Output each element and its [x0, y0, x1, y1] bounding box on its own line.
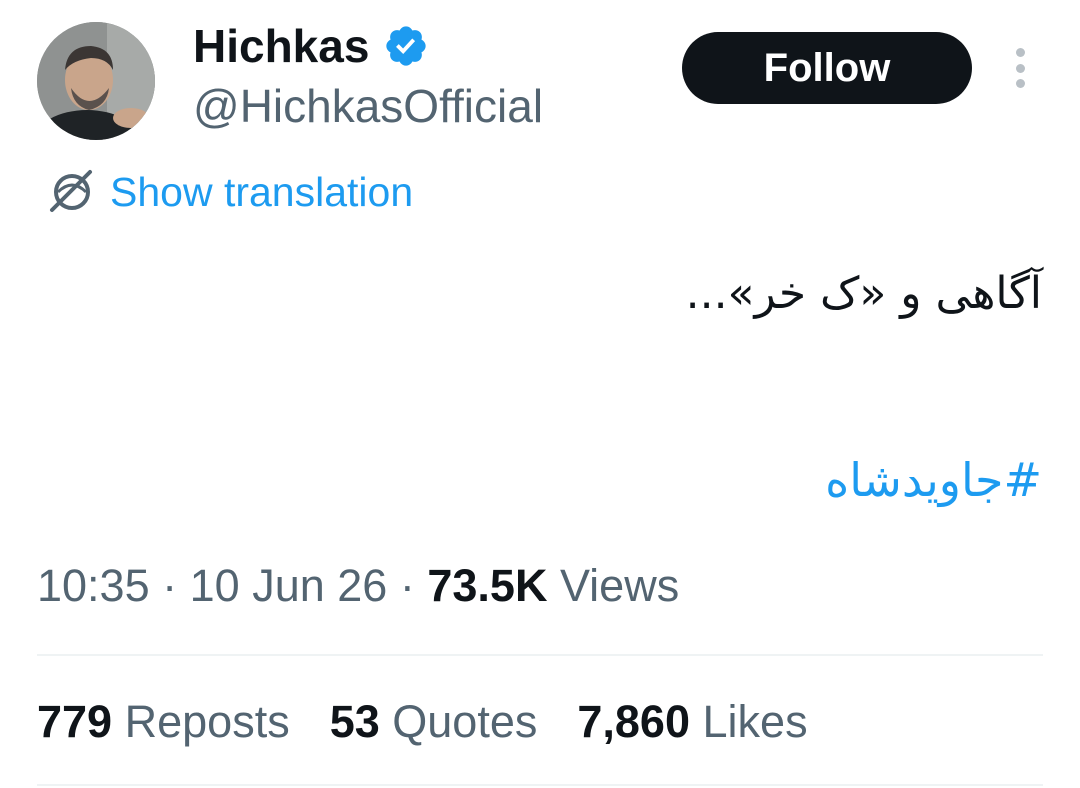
display-name-text[interactable]: Hichkas	[193, 18, 369, 74]
more-vertical-icon[interactable]	[1006, 48, 1034, 88]
avatar[interactable]	[37, 22, 155, 140]
more-dot	[1015, 48, 1025, 57]
quotes-count: 53	[329, 696, 380, 747]
avatar-photo	[37, 22, 155, 140]
reposts-stat[interactable]: 779 Reposts	[37, 692, 290, 752]
likes-count: 7,860	[577, 696, 690, 747]
verified-badge-icon	[386, 26, 427, 66]
meta-separator: ·	[162, 560, 178, 611]
follow-button[interactable]: Follow	[682, 32, 972, 104]
globe-translate-icon	[50, 170, 92, 212]
more-dot	[1015, 63, 1025, 73]
tweet-time[interactable]: 10:35	[37, 560, 150, 611]
likes-label: Likes	[702, 696, 808, 747]
quotes-label: Quotes	[392, 696, 538, 747]
tweet-text: آگاهی و «ک خر»...	[685, 268, 1042, 319]
more-dot	[1015, 79, 1025, 88]
divider	[37, 784, 1043, 786]
user-handle[interactable]: @HichkasOfficial	[193, 78, 543, 134]
meta-separator: ·	[399, 560, 415, 611]
tweet-metadata: 10:35 · 10 Jun 26 · 73.5K Views	[37, 556, 679, 616]
tweet-date[interactable]: 10 Jun 26	[190, 560, 388, 611]
hashtag-link[interactable]: #جاویدشاه	[825, 448, 1042, 512]
show-translation-link[interactable]: Show translation	[46, 164, 413, 220]
reposts-count: 779	[37, 696, 113, 747]
quotes-stat[interactable]: 53 Quotes	[330, 692, 538, 752]
show-translation-label: Show translation	[110, 169, 414, 215]
likes-stat[interactable]: 7,860 Likes	[577, 692, 807, 752]
display-name[interactable]: Hichkas	[193, 18, 429, 74]
views-label: Views	[559, 560, 680, 611]
reposts-label: Reposts	[124, 696, 290, 747]
divider	[37, 654, 1043, 656]
engagement-stats: 779 Reposts 53 Quotes 7,860 Likes	[37, 692, 848, 752]
views-count: 73.5K	[427, 560, 548, 611]
